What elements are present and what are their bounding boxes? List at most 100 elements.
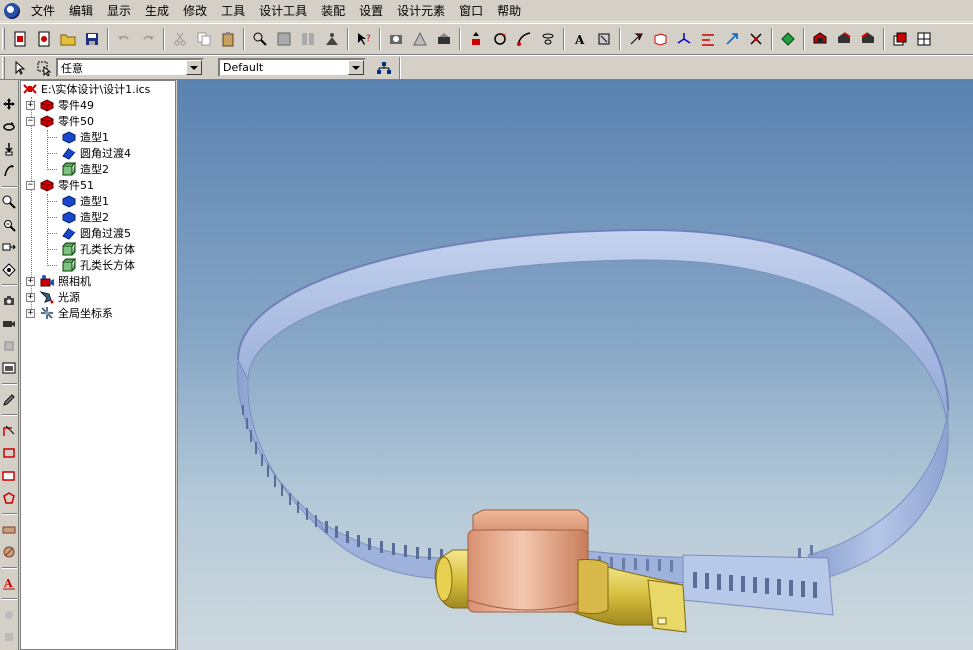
tree-item-feature[interactable]: 孔类长方体 xyxy=(57,241,135,257)
tree-item-feature[interactable]: 造型2 xyxy=(57,209,109,225)
view-split-icon[interactable] xyxy=(297,28,319,50)
new-design-icon[interactable] xyxy=(33,28,55,50)
scene-icon[interactable] xyxy=(1,358,18,377)
revolve-icon[interactable] xyxy=(489,28,511,50)
new-file-icon[interactable] xyxy=(9,28,31,50)
chamfer-edge-icon[interactable] xyxy=(857,28,879,50)
dimension-icon[interactable] xyxy=(697,28,719,50)
menu-help[interactable]: 帮助 xyxy=(490,0,528,21)
menu-window[interactable]: 窗口 xyxy=(452,0,490,21)
view-center-icon[interactable] xyxy=(1,260,18,279)
open-folder-icon[interactable] xyxy=(57,28,79,50)
material-icon[interactable] xyxy=(433,28,455,50)
toolbar-grip[interactable] xyxy=(2,28,5,50)
collapse-icon[interactable]: − xyxy=(26,116,35,126)
menu-modify[interactable]: 修改 xyxy=(176,0,214,21)
redo-icon[interactable] xyxy=(137,28,159,50)
tree-item-feature[interactable]: 造型1 xyxy=(57,193,109,209)
orbit-icon[interactable] xyxy=(1,116,18,135)
menu-display[interactable]: 显示 xyxy=(100,0,138,21)
pencil-icon[interactable] xyxy=(1,390,18,409)
extrude-icon[interactable] xyxy=(465,28,487,50)
design-browser-icon[interactable] xyxy=(385,28,407,50)
sketch-line-icon[interactable] xyxy=(1,421,18,440)
smart-snap-icon[interactable] xyxy=(745,28,767,50)
sketch-circle-icon[interactable] xyxy=(1,542,18,561)
menu-settings[interactable]: 设置 xyxy=(352,0,390,21)
menu-generate[interactable]: 生成 xyxy=(138,0,176,21)
3d-viewport[interactable] xyxy=(177,80,973,650)
fillet-edge-icon[interactable] xyxy=(833,28,855,50)
expand-icon[interactable]: + xyxy=(26,100,35,110)
help-pointer-icon[interactable]: ? xyxy=(353,28,375,50)
cube-tool-icon[interactable] xyxy=(649,28,671,50)
expand-icon[interactable]: + xyxy=(26,308,35,318)
zoom-extent-icon[interactable] xyxy=(1,237,18,256)
tree-item-feature[interactable]: 造型2 xyxy=(57,161,109,177)
menu-edit[interactable]: 编辑 xyxy=(62,0,100,21)
pan-icon[interactable] xyxy=(1,94,18,113)
tree-item-light[interactable]: + 光源 xyxy=(26,289,80,305)
text-tool-icon[interactable]: A xyxy=(569,28,591,50)
disabled-tool-icon[interactable] xyxy=(1,628,18,647)
sketch-square-icon[interactable] xyxy=(1,466,18,485)
select-pointer-icon[interactable] xyxy=(9,57,31,79)
gray-tool-icon[interactable] xyxy=(1,336,18,355)
collapse-icon[interactable]: − xyxy=(26,180,35,190)
camera-target-icon[interactable] xyxy=(1,291,18,310)
menu-design-elements[interactable]: 设计元素 xyxy=(390,0,452,21)
sketch-slot-icon[interactable] xyxy=(1,520,18,539)
layout-icon[interactable] xyxy=(913,28,935,50)
shell-icon[interactable] xyxy=(809,28,831,50)
sketch-text-icon[interactable]: A xyxy=(1,574,18,593)
copy-icon[interactable] xyxy=(193,28,215,50)
style-dropdown-arrow-icon[interactable] xyxy=(348,60,364,75)
menu-tools[interactable]: 工具 xyxy=(214,0,252,21)
walk-icon[interactable] xyxy=(1,139,18,158)
tree-item-camera[interactable]: + 照相机 xyxy=(26,273,91,289)
menu-assembly[interactable]: 装配 xyxy=(314,0,352,21)
loft-icon[interactable] xyxy=(537,28,559,50)
tree-item-part50[interactable]: − 零件50 xyxy=(26,113,94,129)
shade-mode-icon[interactable] xyxy=(777,28,799,50)
tree-item-global-coords[interactable]: + 全局坐标系 xyxy=(26,305,113,321)
tree-item-feature[interactable]: 圆角过渡4 xyxy=(57,145,131,161)
render-icon[interactable] xyxy=(409,28,431,50)
sweep-icon[interactable] xyxy=(513,28,535,50)
camera-icon[interactable] xyxy=(1,314,18,333)
tree-item-part49[interactable]: + 零件49 xyxy=(26,97,94,113)
cut-icon[interactable] xyxy=(169,28,191,50)
undo-icon[interactable] xyxy=(113,28,135,50)
triad-icon[interactable] xyxy=(673,28,695,50)
tree-item-feature[interactable]: 造型1 xyxy=(57,129,109,145)
save-icon[interactable] xyxy=(81,28,103,50)
select-box-icon[interactable] xyxy=(33,57,55,79)
filter-select[interactable]: 任意 xyxy=(56,58,204,77)
hierarchy-icon[interactable] xyxy=(373,57,395,79)
fly-icon[interactable] xyxy=(1,161,18,180)
filter-dropdown-arrow-icon[interactable] xyxy=(186,60,202,75)
constraint-icon[interactable] xyxy=(721,28,743,50)
paste-icon[interactable] xyxy=(217,28,239,50)
tree-root[interactable]: E:\实体设计\设计1.ics xyxy=(21,81,150,97)
tree-item-feature[interactable]: 孔类长方体 xyxy=(57,257,135,273)
expand-icon[interactable]: + xyxy=(26,276,35,286)
disabled-tool-icon[interactable] xyxy=(1,605,18,624)
zoom-window-icon[interactable] xyxy=(1,215,18,234)
zoom-fit-icon[interactable] xyxy=(249,28,271,50)
section-view-icon[interactable] xyxy=(889,28,911,50)
menu-file[interactable]: 文件 xyxy=(24,0,62,21)
app-icon[interactable] xyxy=(4,2,20,19)
style-select[interactable]: Default xyxy=(218,58,366,77)
sketch-polygon-icon[interactable] xyxy=(1,489,18,508)
move-arrow-icon[interactable] xyxy=(625,28,647,50)
tree-item-feature[interactable]: 圆角过渡5 xyxy=(57,225,131,241)
menu-design-tools[interactable]: 设计工具 xyxy=(252,0,314,21)
sketch-rect-icon[interactable] xyxy=(1,444,18,463)
toolbar-grip[interactable] xyxy=(2,56,5,79)
zoom-icon[interactable] xyxy=(1,193,18,212)
assembly-tool-icon[interactable] xyxy=(321,28,343,50)
sheet-metal-icon[interactable] xyxy=(593,28,615,50)
tree-item-part51[interactable]: − 零件51 xyxy=(26,177,94,193)
expand-icon[interactable]: + xyxy=(26,292,35,302)
